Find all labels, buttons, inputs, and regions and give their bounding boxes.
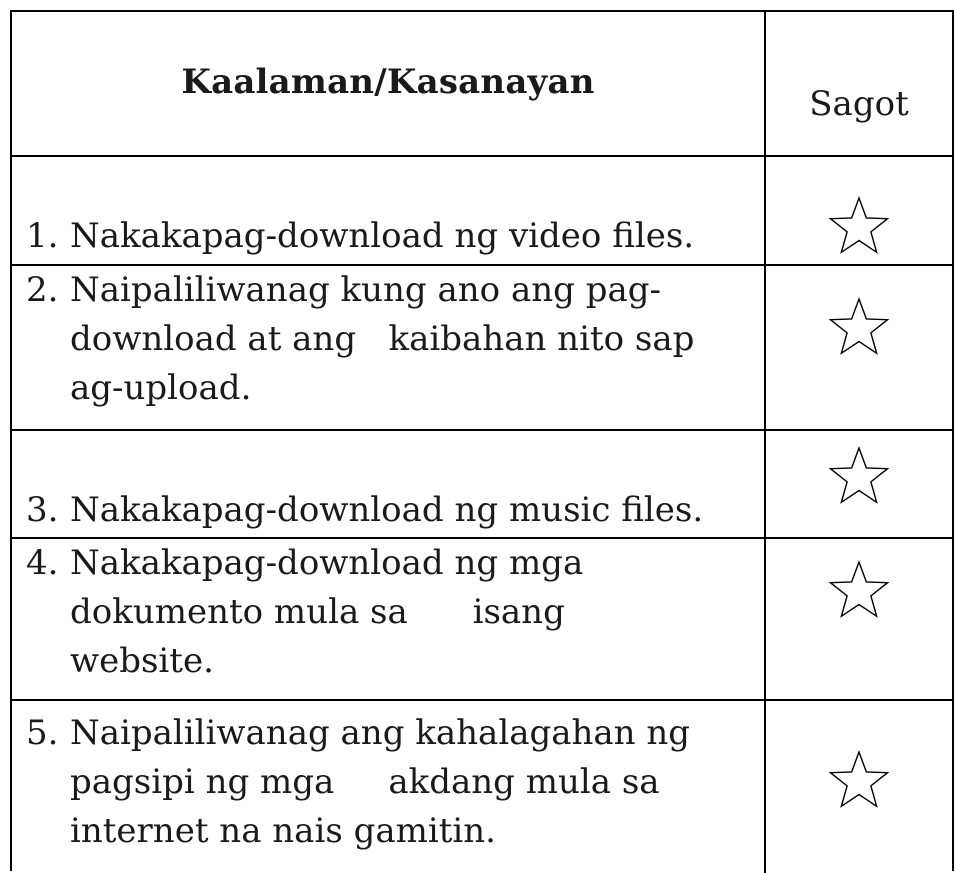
table-row: 2. Naipaliliwanag kung ano ang pag- down… <box>12 266 952 431</box>
table-row: 1. Nakakapag-download ng video files. <box>12 157 952 266</box>
item-number: 3. <box>26 490 59 530</box>
item-number: 4. <box>26 543 59 583</box>
item-number: 5. <box>26 713 59 753</box>
answer-cell <box>766 431 952 537</box>
table-header-row: Kaalaman/Kasanayan Sagot <box>12 12 952 157</box>
star-outline-icon[interactable] <box>828 559 890 621</box>
self-assessment-table: Kaalaman/Kasanayan Sagot 1. Nakakapag-do… <box>10 10 954 873</box>
item-number: 1. <box>26 216 59 256</box>
star-outline-icon[interactable] <box>828 195 890 257</box>
table-row: 5. Naipaliliwanag ang kahalagahan ng pag… <box>12 701 952 873</box>
star-outline-icon[interactable] <box>828 749 890 811</box>
answer-cell <box>766 701 952 873</box>
answer-cell <box>766 266 952 429</box>
answer-cell <box>766 157 952 264</box>
item-number: 2. <box>26 270 59 310</box>
star-outline-icon[interactable] <box>828 296 890 358</box>
table-row: 3. Nakakapag-download ng music files. <box>12 431 952 539</box>
table-row: 4. Nakakapag-download ng mga dokumento m… <box>12 539 952 701</box>
header-sagot-cell: Sagot <box>766 12 952 155</box>
star-outline-icon[interactable] <box>828 445 890 507</box>
header-kaalaman-kasanayan: Kaalaman/Kasanayan <box>181 62 595 102</box>
answer-cell <box>766 539 952 699</box>
header-sagot: Sagot <box>809 84 909 124</box>
